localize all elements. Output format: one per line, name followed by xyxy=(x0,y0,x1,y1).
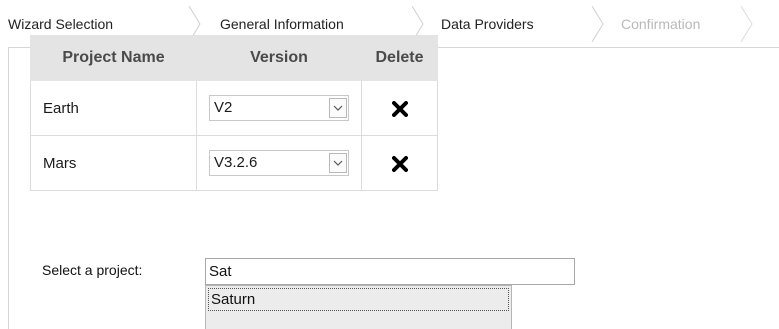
version-cell: V3.2.6 xyxy=(196,135,362,191)
column-header-delete: Delete xyxy=(361,35,438,81)
chevron-down-icon xyxy=(333,105,343,111)
delete-x-icon[interactable] xyxy=(391,155,408,172)
select-project-label: Select a project: xyxy=(42,262,143,278)
chevron-down-icon xyxy=(333,160,343,166)
table-row: Earth V2 xyxy=(30,80,438,136)
version-cell: V2 xyxy=(196,80,362,136)
table-row: Mars V3.2.6 xyxy=(30,135,438,191)
column-header-version: Version xyxy=(196,35,362,81)
chevron-separator-icon xyxy=(591,6,605,42)
dropdown-button[interactable] xyxy=(329,153,347,173)
wizard-step-data-providers[interactable]: Data Providers xyxy=(441,8,534,40)
version-value: V3.2.6 xyxy=(214,154,258,171)
projects-table: Project Name Version Delete Earth V2 Mar… xyxy=(30,35,438,191)
project-name-cell: Mars xyxy=(30,135,197,191)
delete-cell xyxy=(361,135,438,191)
table-header-row: Project Name Version Delete xyxy=(30,35,438,81)
project-name-cell: Earth xyxy=(30,80,197,136)
version-combobox[interactable]: V3.2.6 xyxy=(209,150,349,176)
delete-cell xyxy=(361,80,438,136)
dropdown-button[interactable] xyxy=(329,98,347,118)
wizard-step-confirmation: Confirmation xyxy=(621,16,701,32)
suggestion-item[interactable]: Saturn xyxy=(208,288,509,311)
delete-x-icon[interactable] xyxy=(391,100,408,117)
version-combobox[interactable]: V2 xyxy=(209,95,349,121)
autocomplete-suggestions: Saturn xyxy=(205,285,512,329)
version-value: V2 xyxy=(214,99,233,116)
select-project-input[interactable] xyxy=(205,258,575,285)
chevron-separator-icon xyxy=(740,6,754,42)
column-header-project-name: Project Name xyxy=(30,35,197,81)
